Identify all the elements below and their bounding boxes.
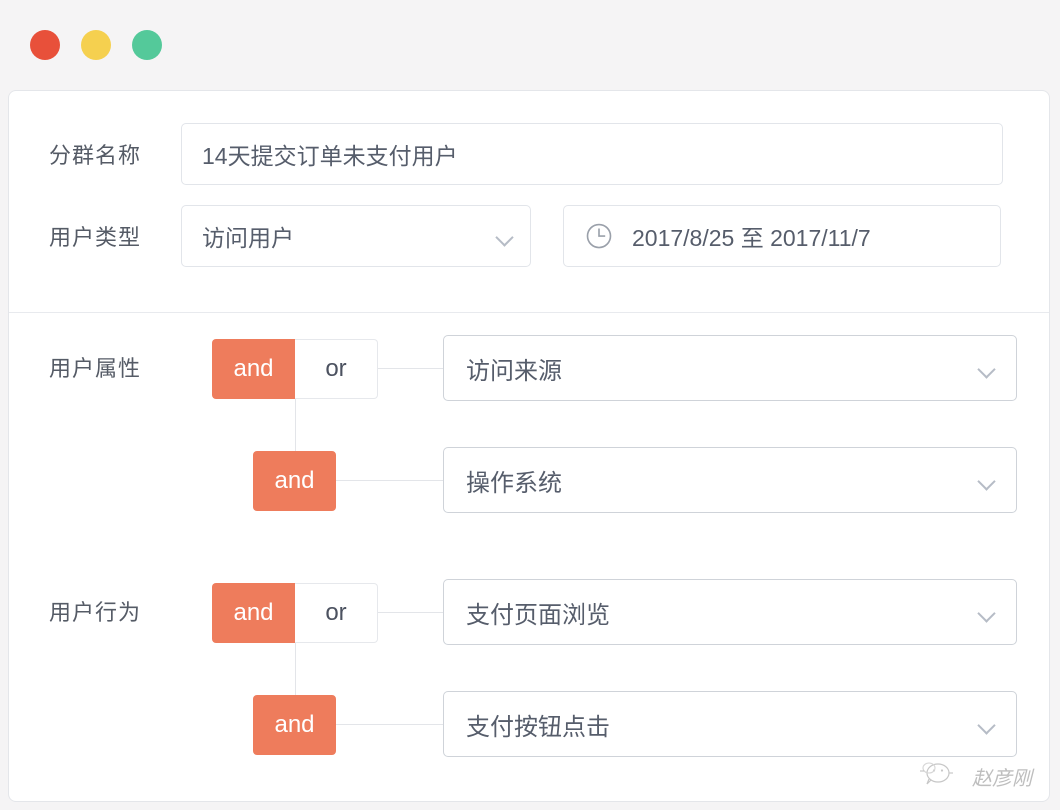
logic-toggle: and or	[212, 339, 378, 399]
date-range-value: 2017/8/25 至 2017/11/7	[632, 219, 871, 253]
chevron-down-icon	[978, 475, 996, 486]
sub-logic-and-button[interactable]: and	[253, 451, 336, 511]
segment-builder-card: 分群名称 14天提交订单未支付用户 用户类型 访问用户 2017/8/25 至 …	[8, 90, 1050, 802]
rule-group-user-attributes: 用户属性 and or and 访问来源 操作系统	[9, 313, 1049, 557]
user-type-select[interactable]: 访问用户	[181, 205, 531, 267]
traffic-lights	[30, 30, 162, 60]
user-type-label: 用户类型	[49, 220, 181, 252]
condition-select[interactable]: 访问来源	[443, 335, 1017, 401]
condition-select[interactable]: 操作系统	[443, 447, 1017, 513]
clock-icon	[584, 221, 614, 251]
logic-or-button[interactable]: or	[295, 583, 378, 643]
segment-name-value: 14天提交订单未支付用户	[202, 137, 458, 171]
condition-select[interactable]: 支付页面浏览	[443, 579, 1017, 645]
segment-name-input[interactable]: 14天提交订单未支付用户	[181, 123, 1003, 185]
connector-line-horizontal-top	[378, 368, 443, 369]
condition-value: 操作系统	[466, 463, 978, 498]
rules-section: 用户属性 and or and 访问来源 操作系统 用户行为 and	[9, 313, 1049, 801]
connector-line-horizontal-top	[378, 612, 443, 613]
segment-meta-section: 分群名称 14天提交订单未支付用户 用户类型 访问用户 2017/8/25 至 …	[9, 91, 1049, 313]
condition-value: 支付页面浏览	[466, 595, 978, 630]
sub-logic-and-button[interactable]: and	[253, 695, 336, 755]
logic-toggle: and or	[212, 583, 378, 643]
connector-line-vertical	[295, 643, 296, 695]
date-range-picker[interactable]: 2017/8/25 至 2017/11/7	[563, 205, 1001, 267]
chevron-down-icon	[978, 363, 996, 374]
chevron-down-icon	[978, 719, 996, 730]
connector-line-horizontal-bottom	[336, 724, 443, 725]
chevron-down-icon	[978, 607, 996, 618]
segment-name-label: 分群名称	[49, 138, 181, 170]
user-type-value: 访问用户	[202, 219, 496, 253]
chevron-down-icon	[496, 231, 514, 242]
connector-line-vertical	[295, 399, 296, 451]
user-type-row: 用户类型 访问用户 2017/8/25 至 2017/11/7	[9, 205, 1049, 267]
condition-value: 支付按钮点击	[466, 707, 978, 742]
logic-or-button[interactable]: or	[295, 339, 378, 399]
rule-group-label: 用户行为	[49, 595, 189, 627]
rule-group-label: 用户属性	[49, 351, 189, 383]
condition-select[interactable]: 支付按钮点击	[443, 691, 1017, 757]
window-titlebar	[0, 0, 1060, 90]
condition-value: 访问来源	[466, 351, 978, 386]
rule-group-user-behaviors: 用户行为 and or and 支付页面浏览 支付按钮点击	[9, 557, 1049, 801]
logic-and-button[interactable]: and	[212, 339, 295, 399]
close-button[interactable]	[30, 30, 60, 60]
segment-name-row: 分群名称 14天提交订单未支付用户	[9, 123, 1049, 185]
logic-and-button[interactable]: and	[212, 583, 295, 643]
zoom-button[interactable]	[132, 30, 162, 60]
minimize-button[interactable]	[81, 30, 111, 60]
connector-line-horizontal-bottom	[336, 480, 443, 481]
